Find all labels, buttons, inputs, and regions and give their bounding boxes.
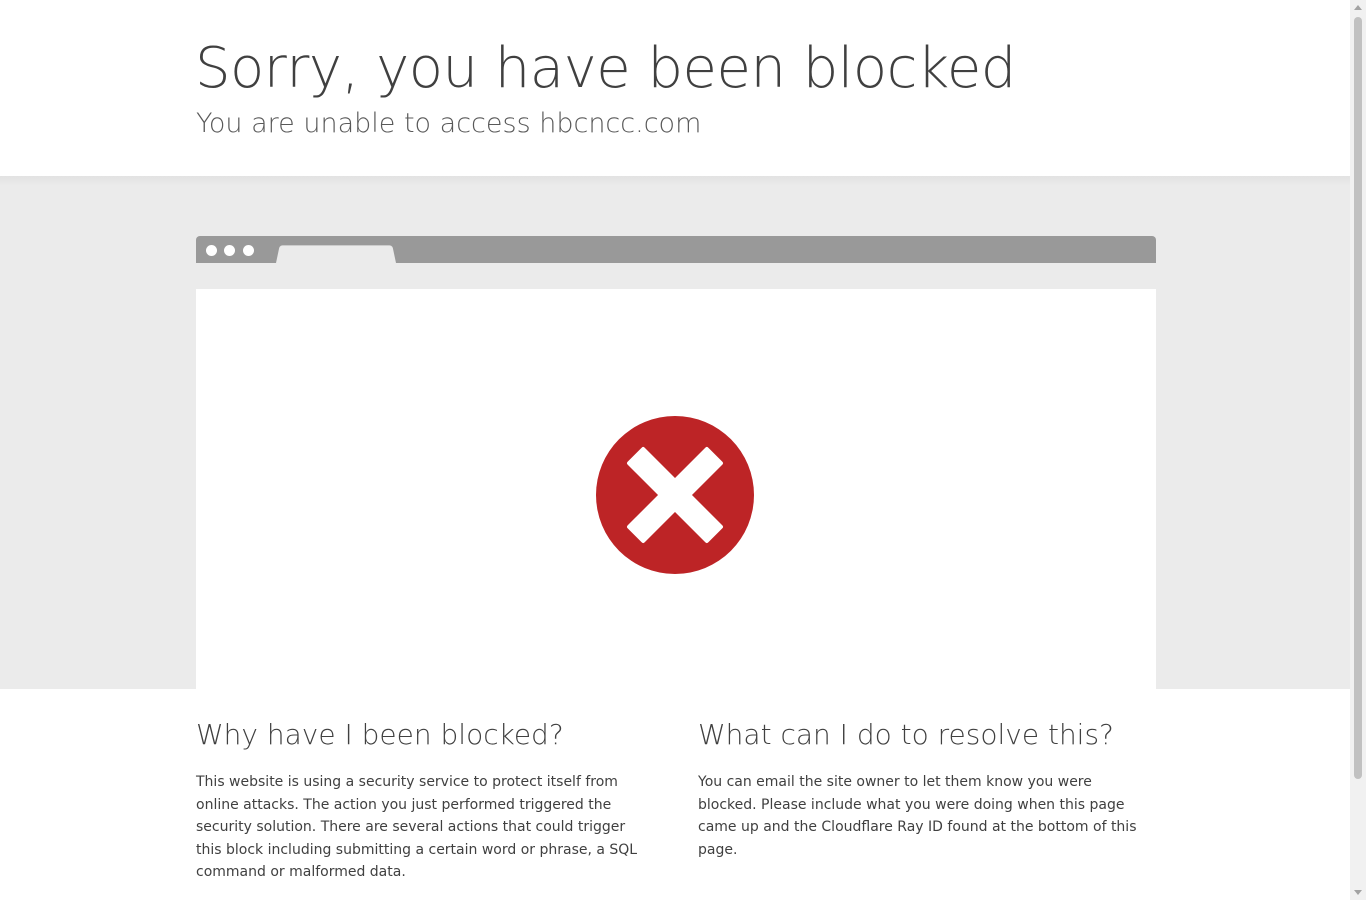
browser-illustration-strip <box>196 263 1156 289</box>
scroll-down-arrow-icon[interactable] <box>1354 890 1362 895</box>
why-blocked-text: This website is using a security service… <box>196 774 638 880</box>
window-dot-icon <box>206 245 217 256</box>
scroll-up-arrow-icon[interactable] <box>1354 5 1362 10</box>
browser-illustration-window <box>196 289 1156 689</box>
why-blocked-section: Why have I been blocked? This website is… <box>196 718 646 884</box>
vertical-scrollbar[interactable] <box>1350 0 1366 900</box>
window-dot-icon <box>243 245 254 256</box>
page-header: Sorry, you have been blocked You are una… <box>0 0 1350 176</box>
resolve-text: You can email the site owner to let them… <box>698 774 1137 858</box>
browser-illustration-bar <box>196 236 1156 263</box>
resolve-heading: What can I do to resolve this? <box>698 718 1114 751</box>
scrollbar-thumb[interactable] <box>1354 17 1362 779</box>
browser-tab-illustration <box>276 245 396 263</box>
page-subtitle: You are unable to access hbcncc.com <box>196 108 702 139</box>
blocked-page: Sorry, you have been blocked You are una… <box>0 0 1350 900</box>
why-blocked-heading: Why have I been blocked? <box>196 718 564 751</box>
page-title: Sorry, you have been blocked <box>195 36 1016 101</box>
window-dot-icon <box>224 245 235 256</box>
error-x-circle-icon <box>596 416 754 574</box>
resolve-section: What can I do to resolve this? You can e… <box>698 718 1148 861</box>
